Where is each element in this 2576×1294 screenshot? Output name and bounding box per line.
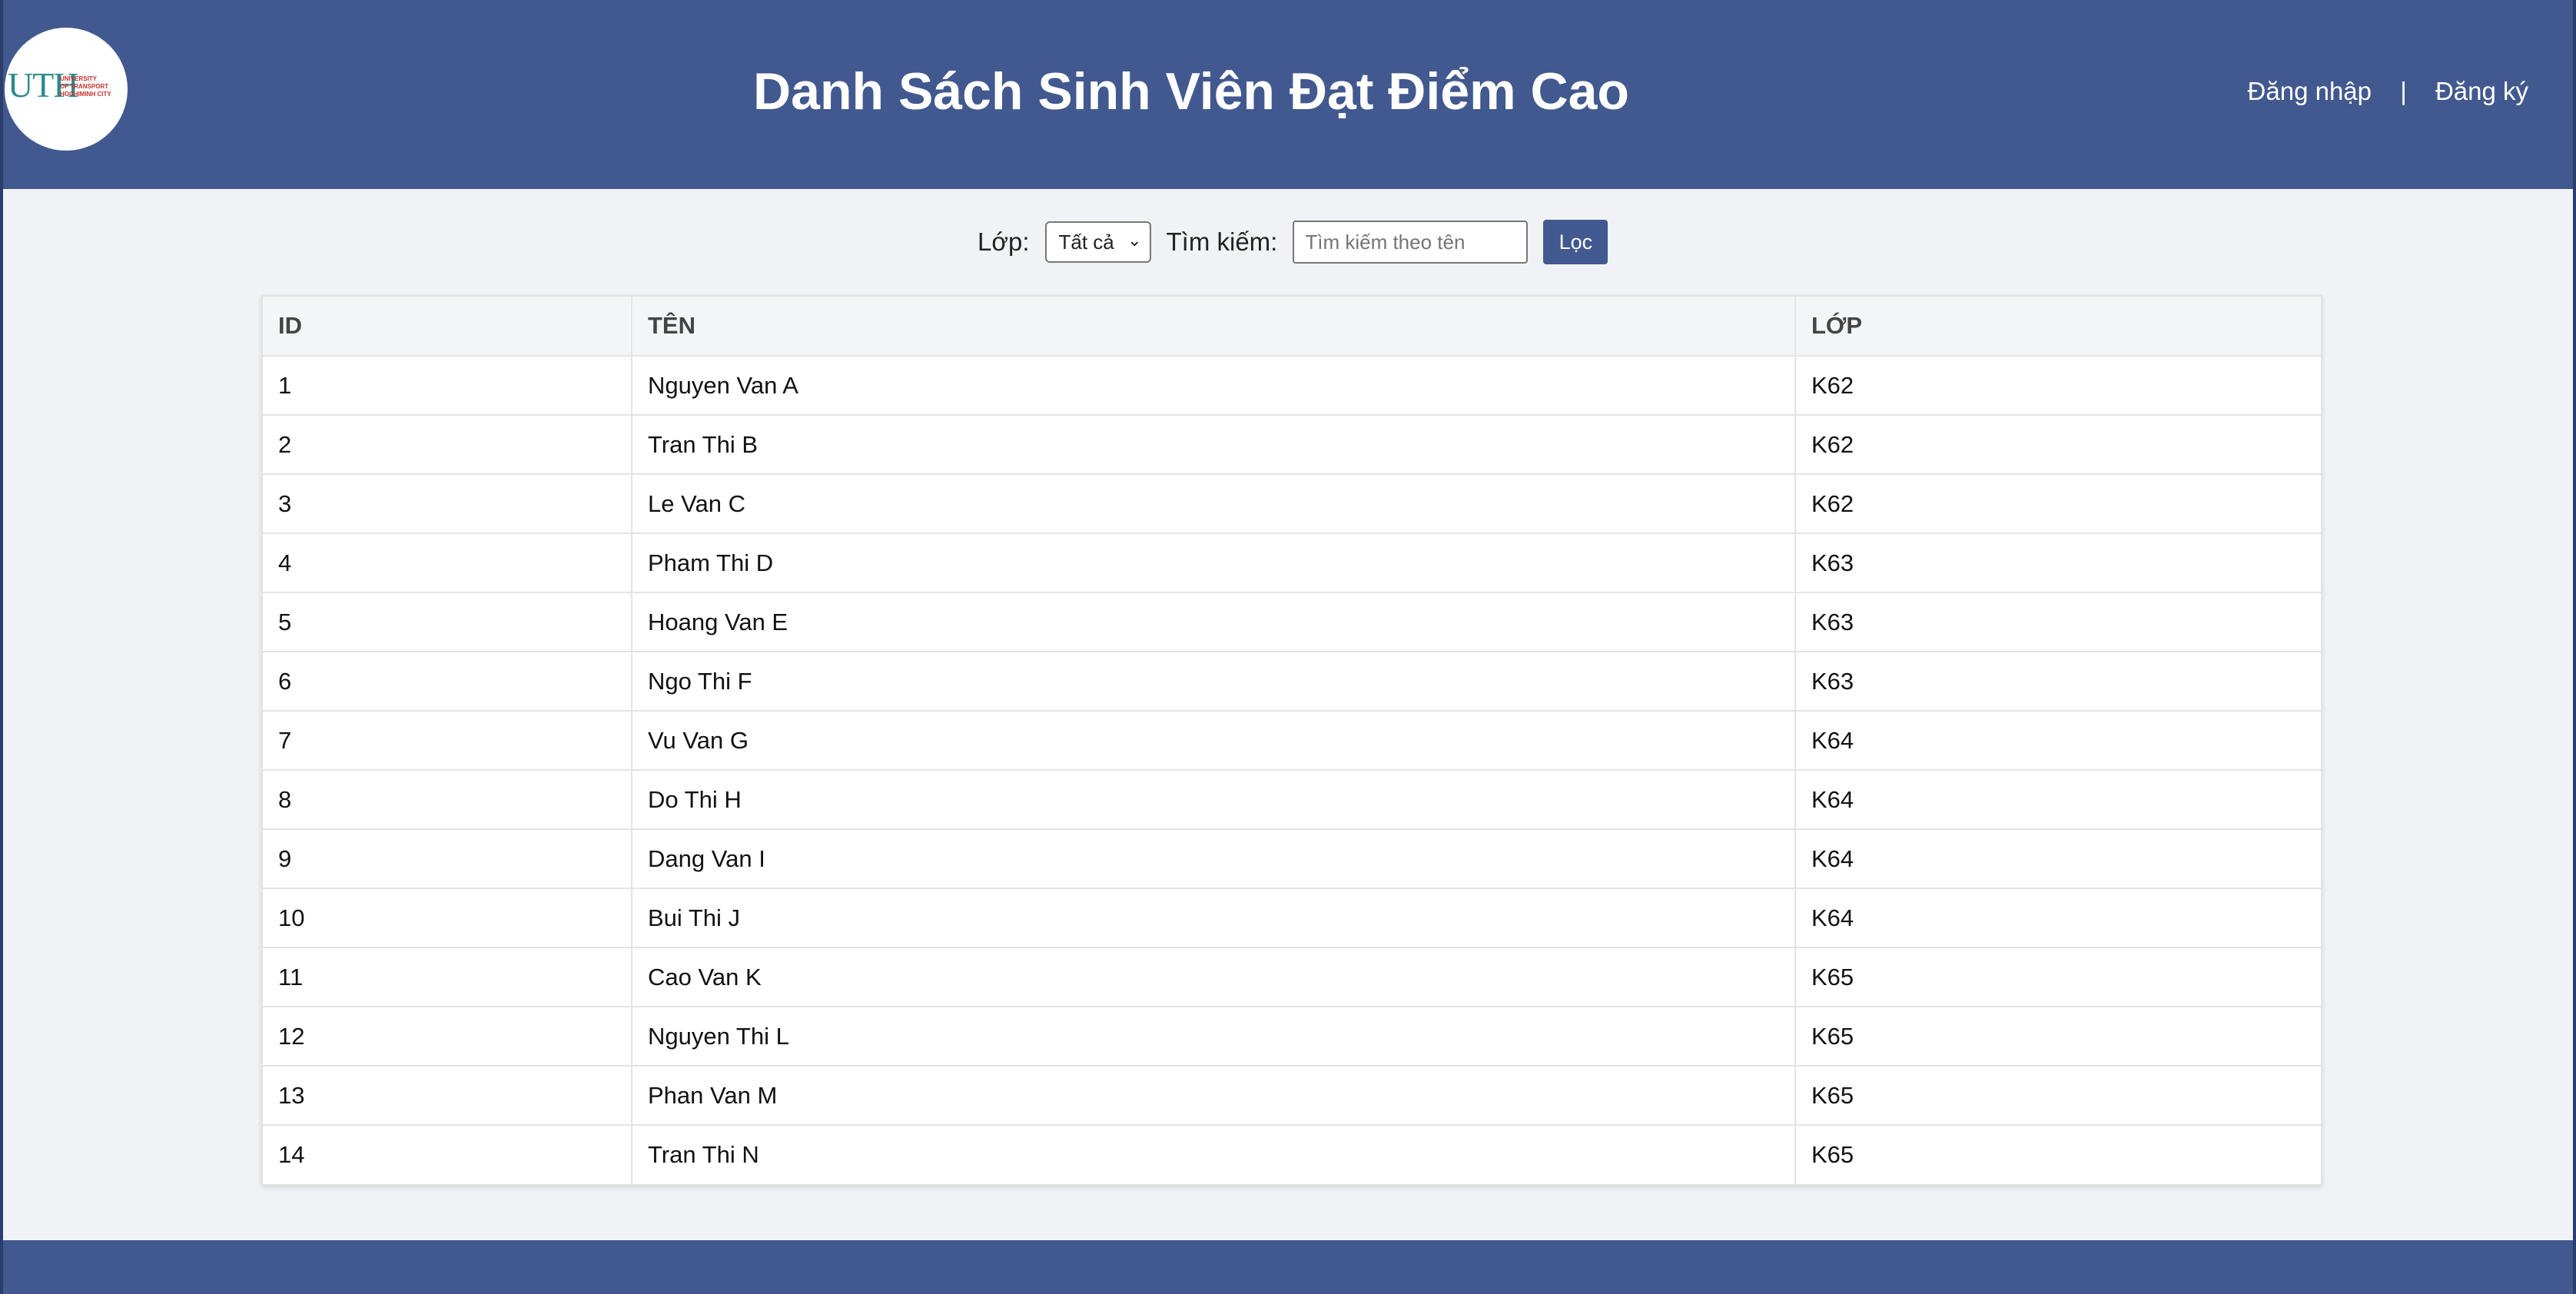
- cell-class: K64: [1795, 711, 2321, 771]
- table-row: 14 Tran Thi N K65: [263, 1125, 2321, 1184]
- table-row: 6 Ngo Thi F K63: [263, 652, 2321, 712]
- cell-class: K64: [1795, 829, 2321, 889]
- register-link[interactable]: Đăng ký: [2435, 77, 2528, 106]
- cell-class: K62: [1795, 474, 2321, 534]
- cell-id: 14: [263, 1125, 632, 1184]
- students-table-container: ID TÊN LỚP 1 Nguyen Van A K62 2 Tran Thi B K6…: [261, 295, 2322, 1186]
- table-row: 2 Tran Thi B K62: [263, 415, 2321, 475]
- header-bar: UTH UNIVERSITY OF TRANSPORT HOCHIMINH CI…: [3, 0, 2573, 189]
- cell-class: K65: [1795, 947, 2321, 1007]
- class-select-value: Tất cả: [1058, 230, 1114, 254]
- cell-class: K63: [1795, 533, 2321, 593]
- cell-id: 9: [263, 829, 632, 889]
- auth-nav: Đăng nhập | Đăng ký: [2248, 77, 2528, 106]
- table-row: 9 Dang Van I K64: [263, 829, 2321, 889]
- cell-id: 1: [263, 356, 632, 416]
- cell-name: Phan Van M: [632, 1066, 1796, 1126]
- cell-id: 4: [263, 533, 632, 593]
- cell-name: Hoang Van E: [632, 592, 1796, 652]
- table-row: 11 Cao Van K K65: [263, 947, 2321, 1007]
- cell-id: 6: [263, 652, 632, 712]
- cell-id: 12: [263, 1007, 632, 1067]
- table-header-row: ID TÊN LỚP: [263, 297, 2321, 357]
- chevron-down-icon: ⌄: [1127, 231, 1142, 250]
- table-row: 7 Vu Van G K64: [263, 711, 2321, 771]
- cell-name: Le Van C: [632, 474, 1796, 534]
- cell-id: 10: [263, 888, 632, 948]
- table-body: 1 Nguyen Van A K62 2 Tran Thi B K62 3 Le Van CK…: [263, 356, 2321, 1184]
- cell-name: Do Thi H: [632, 770, 1796, 830]
- cell-name: Ngo Thi F: [632, 652, 1796, 712]
- cell-class: K62: [1795, 356, 2321, 416]
- cell-class: K62: [1795, 415, 2321, 475]
- table-row: 5 Hoang Van E K63: [263, 592, 2321, 652]
- students-table: ID TÊN LỚP 1 Nguyen Van A K62 2 Tran Thi B K6…: [263, 297, 2321, 1184]
- cell-id: 8: [263, 770, 632, 830]
- cell-id: 11: [263, 947, 632, 1007]
- cell-name: Tran Thi N: [632, 1125, 1796, 1184]
- column-header-name: TÊN: [632, 297, 1796, 357]
- table-row: 13 Phan Van M K65: [263, 1066, 2321, 1126]
- search-input[interactable]: [1293, 221, 1529, 264]
- cell-id: 13: [263, 1066, 632, 1126]
- class-select[interactable]: Tất cả ⌄: [1044, 221, 1151, 263]
- column-header-class: LỚP: [1795, 297, 2321, 357]
- filter-button[interactable]: Lọc: [1543, 220, 1608, 264]
- search-label: Tìm kiếm:: [1166, 227, 1278, 256]
- class-label: Lớp:: [978, 227, 1030, 256]
- cell-name: Dang Van I: [632, 829, 1796, 889]
- table-row: 4 Pham Thi D K63: [263, 533, 2321, 593]
- cell-id: 3: [263, 474, 632, 534]
- cell-name: Pham Thi D: [632, 533, 1796, 593]
- column-header-id: ID: [263, 297, 632, 357]
- table-row: 12 Nguyen Thi L K65: [263, 1007, 2321, 1067]
- cell-class: K64: [1795, 888, 2321, 948]
- page: UTH UNIVERSITY OF TRANSPORT HOCHIMINH CI…: [0, 0, 2576, 1294]
- cell-class: K65: [1795, 1007, 2321, 1067]
- cell-name: Nguyen Thi L: [632, 1007, 1796, 1067]
- filter-bar: Lớp: Tất cả ⌄ Tìm kiếm: Lọc: [978, 220, 1608, 264]
- cell-id: 2: [263, 415, 632, 475]
- login-link[interactable]: Đăng nhập: [2248, 77, 2372, 106]
- cell-name: Bui Thi J: [632, 888, 1796, 948]
- cell-id: 5: [263, 592, 632, 652]
- table-row: 10 Bui Thi J K64: [263, 888, 2321, 948]
- cell-class: K65: [1811, 1141, 1854, 1168]
- cell-class: K63: [1795, 652, 2321, 712]
- cell-class: K63: [1795, 592, 2321, 652]
- cell-name: Nguyen Van A: [632, 356, 1796, 416]
- nav-separator: |: [2400, 77, 2407, 105]
- cell-name: Vu Van G: [632, 711, 1796, 771]
- table-row: 3 Le Van C K62: [263, 474, 2321, 534]
- cell-class: K65: [1795, 1066, 2321, 1126]
- table-row: 1 Nguyen Van A K62: [263, 356, 2321, 416]
- page-title: Danh Sách Sinh Viên Đạt Điểm Cao: [753, 62, 1629, 121]
- cell-name: Cao Van K: [632, 947, 1796, 1007]
- cell-class: K64: [1795, 770, 2321, 830]
- table-row: 8 Do Thi H K64: [263, 770, 2321, 830]
- footer-bar: [3, 1240, 2573, 1294]
- cell-name: Tran Thi B: [632, 415, 1796, 475]
- cell-id: 7: [263, 711, 632, 771]
